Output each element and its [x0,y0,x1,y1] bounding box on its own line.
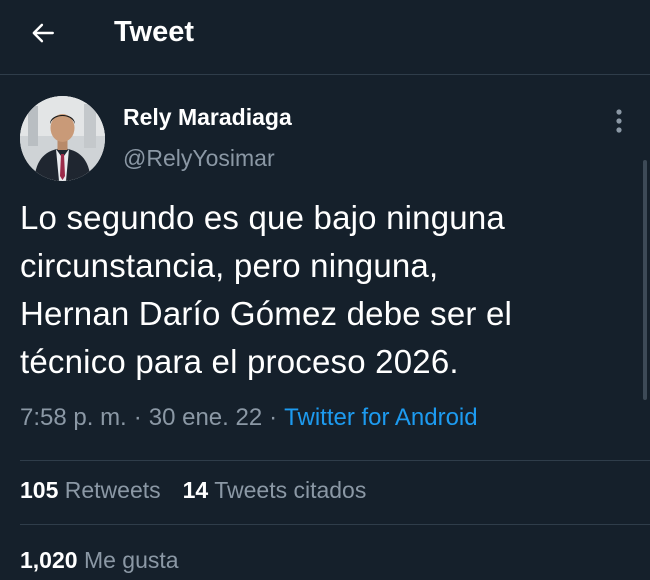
back-button[interactable] [20,12,66,54]
likes-label: Me gusta [83,547,179,573]
meta-separator: · [269,404,278,431]
more-options-button[interactable] [605,104,633,138]
more-vertical-icon [616,109,622,133]
top-app-bar: Tweet [0,0,650,75]
divider [20,460,650,461]
tweet-time: 7:58 p. m. [20,404,127,431]
avatar-photo [20,96,105,181]
tweet-source-link[interactable]: Twitter for Android [284,404,477,431]
tweet-metadata: 7:58 p. m. · 30 ene. 22 · Twitter for Androi… [20,403,478,433]
arrow-left-icon [32,23,54,43]
tweet-detail-screen: Tweet Rely Maradiaga @RelyYosimar Lo seg… [0,0,650,580]
scrollbar[interactable] [643,160,647,400]
engagement-stats: 105 Retweets 14 Tweets citados [20,475,366,505]
page-title: Tweet [114,16,195,48]
retweets-label: Retweets [64,477,161,503]
avatar[interactable] [20,96,105,181]
likes-stat[interactable]: 1,020 Me gusta [20,547,179,573]
quote-tweets-stat[interactable]: 14 Tweets citados [183,477,367,503]
retweets-stat[interactable]: 105 Retweets [20,477,161,503]
tweet-text: Lo segundo es que bajo ninguna circunsta… [20,194,620,386]
meta-separator: · [133,404,142,431]
author-handle[interactable]: @RelyYosimar [123,144,275,172]
tweet-text-line: Lo segundo es que bajo ninguna [20,199,505,236]
tweet-text-line: circunstancia, pero ninguna, [20,247,439,284]
likes-count: 1,020 [20,547,78,573]
likes-stats: 1,020 Me gusta [20,545,179,575]
divider [20,524,650,525]
quote-tweets-count: 14 [182,477,209,503]
tweet-date: 30 ene. 22 [148,404,263,431]
author-name[interactable]: Rely Maradiaga [123,103,292,131]
tweet-text-line: Hernan Darío Gómez debe ser el [20,295,513,332]
quote-tweets-label: Tweets citados [214,477,367,503]
retweets-count: 105 [20,477,59,503]
tweet-text-line: técnico para el proceso 2026. [20,343,459,380]
